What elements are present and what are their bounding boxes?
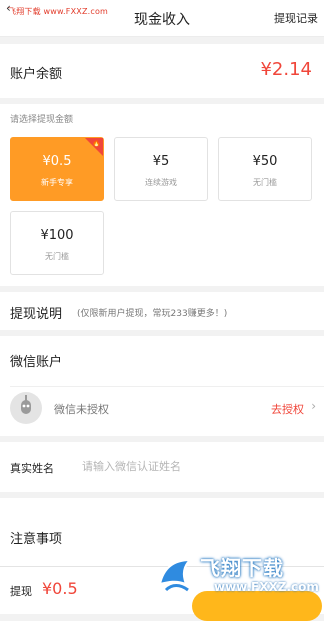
watermark-url: www.FXXZ.com — [214, 580, 319, 594]
real-name-input[interactable] — [82, 453, 312, 479]
wechat-title: 微信账户 — [10, 355, 63, 370]
bottom-amount: ¥0.5 — [42, 579, 78, 598]
withdraw-record-link[interactable]: 提现记录 — [274, 10, 318, 26]
balance-card: 账户余额 ¥2.14 — [0, 44, 324, 98]
withdraw-explain: 提现说明 (仅限新用户提现，常玩233赚更多！) — [0, 292, 324, 330]
amount-value: ¥50 — [252, 154, 278, 169]
fire-icon: 🔥 — [92, 139, 101, 147]
explain-note: (仅限新用户提现，常玩233赚更多！) — [77, 309, 228, 319]
wechat-status: 微信未授权 — [54, 403, 109, 416]
notes-title: 注意事项 — [10, 532, 63, 547]
amount-value: ¥0.5 — [42, 154, 72, 169]
watermark-badge: 飞翔下载 www.FXXZ.com — [154, 552, 319, 612]
amount-hint: 请选择提现金额 — [10, 115, 74, 125]
wechat-account-card: 微信账户 微信未授权 去授权 › — [0, 336, 324, 436]
header: ‹ 飞翔下载 www.FXXZ.com 现金收入 提现记录 — [0, 0, 324, 37]
amount-subtitle: 无门槛 — [45, 252, 69, 261]
amount-value: ¥5 — [152, 154, 170, 169]
amount-option-100[interactable]: ¥100 无门槛 — [10, 211, 104, 275]
chevron-right-icon[interactable]: › — [311, 399, 316, 413]
amount-option-5[interactable]: ¥5 连续游戏 — [114, 137, 208, 201]
amount-subtitle: 连续游戏 — [145, 178, 177, 187]
explain-label: 提现说明 — [10, 307, 63, 322]
amount-subtitle: 新手专享 — [41, 178, 73, 187]
real-name-label: 真实姓名 — [10, 462, 54, 475]
avatar-icon — [10, 392, 42, 424]
amount-option-0-5[interactable]: 🔥 ¥0.5 新手专享 — [10, 137, 104, 201]
authorize-link[interactable]: 去授权 — [271, 401, 304, 417]
real-name-row: 真实姓名 — [0, 442, 324, 492]
balance-label: 账户余额 — [10, 67, 63, 82]
amount-subtitle: 无门槛 — [253, 178, 277, 187]
amount-section: 请选择提现金额 🔥 ¥0.5 新手专享 ¥5 连续游戏 ¥50 无门槛 ¥100… — [0, 104, 324, 286]
balance-value: ¥2.14 — [260, 59, 312, 80]
bottom-label: 提现 — [10, 585, 32, 598]
watermark-logo — [158, 558, 193, 592]
amount-value: ¥100 — [40, 228, 74, 243]
watermark-text: 飞翔下载 — [200, 556, 284, 580]
amount-option-50[interactable]: ¥50 无门槛 — [218, 137, 312, 201]
divider — [10, 386, 324, 387]
